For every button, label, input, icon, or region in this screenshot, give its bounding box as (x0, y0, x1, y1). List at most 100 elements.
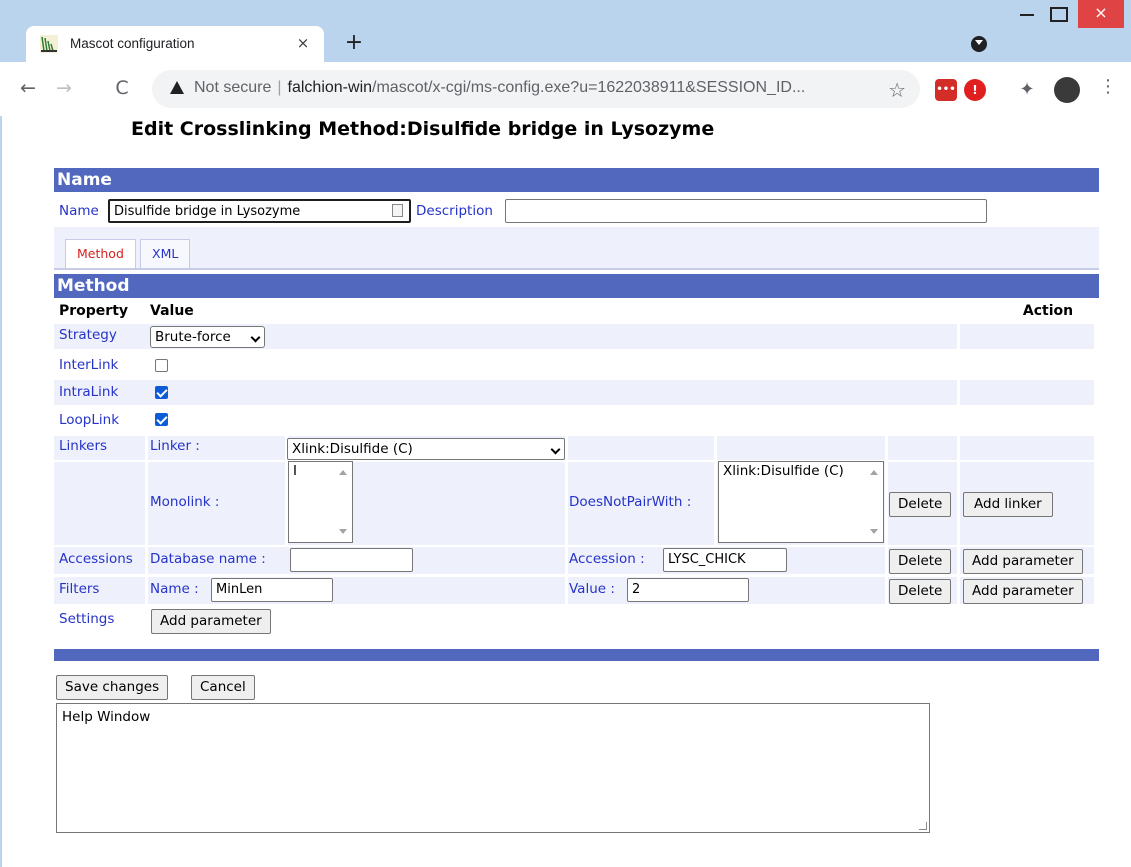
scroll-up-icon[interactable] (339, 470, 347, 475)
strategy-select[interactable]: Brute-force (150, 326, 265, 348)
lastpass-extension-icon[interactable]: ••• (935, 79, 957, 101)
linker-delete-button[interactable]: Delete (889, 492, 952, 517)
browser-tab[interactable]: Mascot configuration × (26, 26, 324, 62)
doesnotpair-list-item[interactable]: Xlink:Disulfide (C) (723, 463, 844, 479)
linker-select-value: Xlink:Disulfide (C) (292, 441, 413, 457)
description-label: Description (416, 203, 493, 219)
database-name-label: Database name : (150, 551, 266, 567)
reload-button[interactable]: C (108, 74, 136, 102)
filter-name-value: MinLen (216, 582, 263, 597)
name-input[interactable]: Disulfide bridge in Lysozyme (108, 199, 411, 223)
close-tab-icon[interactable]: × (292, 32, 314, 54)
accession-input[interactable]: LYSC_CHICK (663, 548, 787, 572)
scroll-up-icon[interactable] (870, 470, 878, 475)
linkers-label: Linkers (59, 438, 108, 454)
linker-empty-cell-3 (888, 436, 957, 460)
page-viewport: Edit Crosslinking Method:Disulfide bridg… (0, 116, 1131, 867)
forward-button[interactable]: → (50, 74, 78, 102)
back-button[interactable]: ← (14, 74, 42, 102)
method-section-header: Method (54, 274, 1099, 298)
url-path: /mascot/x-cgi/ms-config.exe?u=1622038911… (372, 79, 806, 96)
doesnotpair-listbox[interactable]: Xlink:Disulfide (C) (718, 461, 884, 543)
resize-handle-icon[interactable] (919, 822, 927, 830)
mascot-favicon-icon (40, 35, 58, 53)
tab-method[interactable]: Method (65, 239, 136, 268)
extensions-puzzle-icon[interactable]: ✦ (1016, 79, 1038, 101)
monolink-label: Monolink : (150, 494, 220, 510)
page-tabs: Method XML (54, 227, 1099, 270)
accession-label: Accession : (569, 551, 645, 567)
security-label: Not secure (194, 79, 272, 96)
save-changes-button[interactable]: Save changes (56, 675, 169, 700)
doesnotpair-scrollbar[interactable] (866, 462, 883, 542)
new-tab-button[interactable]: + (340, 30, 368, 58)
browser-titlebar: Mascot configuration × + × (0, 0, 1131, 68)
strategy-row-action (960, 324, 1094, 349)
close-window-button[interactable]: × (1078, 0, 1124, 28)
help-window-text: Help Window (62, 709, 151, 725)
ublock-extension-icon[interactable]: ! (964, 79, 986, 101)
maximize-button[interactable] (1048, 0, 1068, 28)
scroll-down-icon[interactable] (339, 529, 347, 534)
interlink-checkbox[interactable] (155, 359, 168, 372)
accession-add-parameter-button[interactable]: Add parameter (963, 549, 1083, 574)
col-value: Value (150, 303, 194, 319)
avatar[interactable] (1054, 77, 1080, 103)
accessions-label: Accessions (59, 551, 133, 567)
linker-empty-cell-1 (568, 436, 714, 460)
description-input[interactable] (505, 199, 987, 223)
name-row: Name Disulfide bridge in Lysozyme Descri… (54, 196, 1099, 226)
name-section-header: Name (54, 168, 1099, 192)
accession-value: LYSC_CHICK (668, 552, 746, 567)
tab-xml[interactable]: XML (140, 239, 191, 268)
bottom-divider-bar (54, 649, 1099, 661)
settings-label: Settings (59, 611, 115, 627)
browser-toolbar: ← → C Not secure | falchion-win/mascot/x-c… (0, 62, 1131, 116)
filter-add-parameter-button[interactable]: Add parameter (963, 579, 1083, 604)
interlink-label: InterLink (59, 357, 119, 373)
col-action: Action (1022, 303, 1074, 319)
address-bar[interactable]: Not secure | falchion-win/mascot/x-cgi/ms-… (152, 70, 920, 108)
name-label: Name (59, 203, 99, 219)
looplink-label: LoopLink (59, 412, 120, 428)
settings-add-parameter-button[interactable]: Add parameter (151, 609, 271, 634)
linkers-property-cell-2 (54, 462, 145, 545)
intralink-label: IntraLink (59, 384, 119, 400)
chevron-down-icon (250, 332, 261, 343)
tabs-divider (54, 268, 1099, 270)
monolink-listbox[interactable]: I (288, 461, 353, 543)
bookmark-star-icon[interactable]: ☆ (888, 78, 906, 102)
scroll-down-icon[interactable] (870, 529, 878, 534)
intralink-row-action (960, 380, 1094, 405)
accession-delete-button[interactable]: Delete (889, 549, 952, 574)
intralink-checkbox[interactable] (155, 386, 168, 399)
url-separator: | (277, 79, 282, 96)
add-linker-button[interactable]: Add linker (963, 492, 1053, 517)
linker-select[interactable]: Xlink:Disulfide (C) (287, 438, 565, 460)
monolink-list-item[interactable]: I (293, 463, 297, 479)
strategy-label: Strategy (59, 327, 117, 343)
autofill-icon[interactable] (392, 204, 403, 217)
filter-value-value: 2 (632, 582, 641, 597)
col-property: Property (59, 303, 129, 319)
linker-label: Linker : (150, 438, 200, 454)
filter-name-label: Name : (150, 581, 199, 597)
filters-label: Filters (59, 581, 100, 597)
tab-title: Mascot configuration (70, 36, 195, 51)
name-input-value: Disulfide bridge in Lysozyme (114, 204, 301, 219)
browser-menu-icon[interactable]: ⋮ (1099, 78, 1117, 96)
filter-delete-button[interactable]: Delete (889, 579, 952, 604)
filter-value-input[interactable]: 2 (627, 578, 749, 602)
help-window-textarea[interactable]: Help Window (56, 703, 930, 833)
profile-menu-icon[interactable] (971, 36, 987, 52)
filter-name-input[interactable]: MinLen (211, 578, 333, 602)
minimize-button[interactable] (1020, 0, 1040, 28)
chevron-down-icon (550, 444, 561, 455)
warning-icon (170, 81, 184, 94)
intralink-row-bg (54, 380, 957, 405)
database-name-input[interactable] (290, 548, 413, 572)
cancel-button[interactable]: Cancel (191, 675, 255, 700)
looplink-checkbox[interactable] (155, 413, 168, 426)
monolink-scrollbar[interactable] (335, 462, 352, 542)
url-text: Not secure | falchion-win/mascot/x-cgi/ms-… (194, 79, 805, 97)
